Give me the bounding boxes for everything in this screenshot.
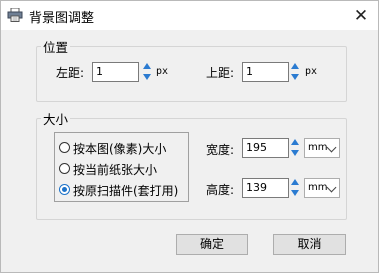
position-group-title: 位置 xyxy=(41,37,71,56)
radio-button[interactable] xyxy=(59,163,70,174)
height-spinner[interactable] xyxy=(291,178,300,198)
width-unit-value: mm xyxy=(308,142,328,153)
dialog-window: 背景图调整 ✕ 位置 左距: 1 px 上距: 1 px 大小 按本图(像素)大… xyxy=(0,0,379,273)
spin-down-icon[interactable] xyxy=(291,150,299,156)
spin-up-icon[interactable] xyxy=(291,179,299,185)
left-margin-unit: px xyxy=(156,66,169,77)
spin-down-icon[interactable] xyxy=(291,74,299,80)
size-group-title: 大小 xyxy=(41,109,71,128)
size-mode-options: 按本图(像素)大小 按当前纸张大小 按原扫描件(套打用) xyxy=(54,132,189,202)
left-margin-input[interactable]: 1 xyxy=(92,62,139,82)
top-margin-unit: px xyxy=(305,66,318,77)
spin-up-icon[interactable] xyxy=(143,63,151,69)
radio-label: 按原扫描件(套打用) xyxy=(73,184,179,198)
spin-down-icon[interactable] xyxy=(291,190,299,196)
spin-up-icon[interactable] xyxy=(291,63,299,69)
height-unit-select[interactable]: mm xyxy=(304,178,340,198)
radio-button-selected[interactable] xyxy=(59,184,70,195)
top-margin-label: 上距: xyxy=(206,66,235,80)
height-input[interactable]: 139 xyxy=(242,178,289,198)
printer-icon xyxy=(7,8,23,22)
chevron-down-icon xyxy=(326,182,337,193)
top-margin-spinner[interactable] xyxy=(291,62,300,82)
ok-button[interactable]: 确定 xyxy=(176,234,248,255)
spin-up-icon[interactable] xyxy=(291,139,299,145)
close-icon[interactable]: ✕ xyxy=(351,6,371,26)
radio-button[interactable] xyxy=(59,142,70,153)
height-unit-value: mm xyxy=(308,182,328,193)
cancel-button[interactable]: 取消 xyxy=(273,234,346,255)
width-unit-select[interactable]: mm xyxy=(304,138,340,158)
chevron-down-icon xyxy=(326,142,337,153)
left-margin-label: 左距: xyxy=(56,66,85,80)
width-input[interactable]: 195 xyxy=(242,138,289,158)
radio-label: 按当前纸张大小 xyxy=(73,163,158,177)
radio-label: 按本图(像素)大小 xyxy=(73,142,167,156)
width-label: 宽度: xyxy=(206,143,235,157)
left-margin-spinner[interactable] xyxy=(143,62,152,82)
title-bar[interactable]: 背景图调整 ✕ xyxy=(1,1,378,30)
dialog-title: 背景图调整 xyxy=(29,11,95,26)
spin-down-icon[interactable] xyxy=(143,74,151,80)
width-spinner[interactable] xyxy=(291,138,300,158)
height-label: 高度: xyxy=(206,183,235,197)
top-margin-input[interactable]: 1 xyxy=(242,62,289,82)
